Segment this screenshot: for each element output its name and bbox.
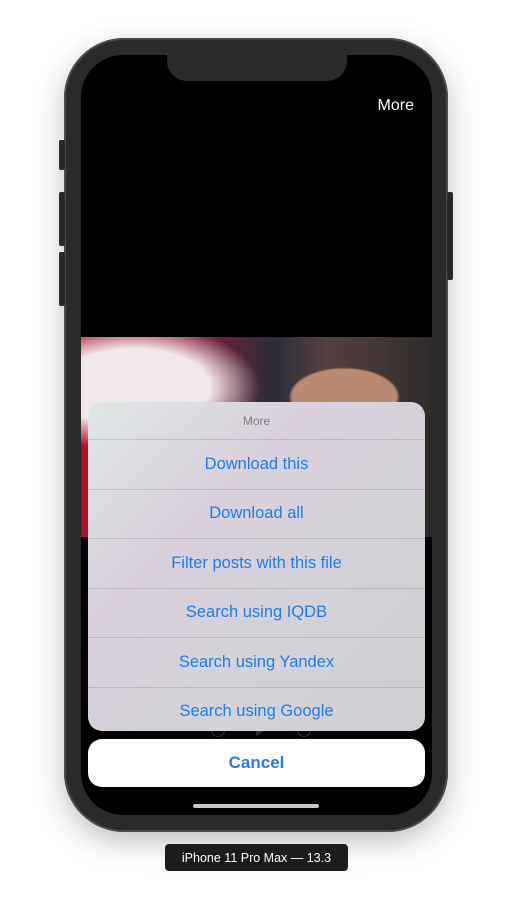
mute-switch [59,140,65,170]
download-all-button[interactable]: Download all [88,490,425,539]
simulator-device-label: iPhone 11 Pro Max — 13.3 [165,844,348,871]
search-yandex-button[interactable]: Search using Yandex [88,638,425,688]
home-indicator[interactable] [193,804,319,808]
power-button [447,192,453,280]
search-google-button[interactable]: Search using Google [88,688,425,732]
search-iqdb-button[interactable]: Search using IQDB [88,589,425,638]
volume-up-button [59,192,65,246]
volume-down-button [59,252,65,306]
action-sheet: More Download this Download all Filter p… [88,402,425,731]
action-sheet-title: More [88,402,425,440]
filter-posts-button[interactable]: Filter posts with this file [88,539,425,589]
phone-screen: More More Download this Download all Fil… [81,55,432,815]
more-button[interactable]: More [378,97,414,115]
notch [167,55,347,81]
cancel-button[interactable]: Cancel [88,739,425,787]
download-this-button[interactable]: Download this [88,440,425,490]
